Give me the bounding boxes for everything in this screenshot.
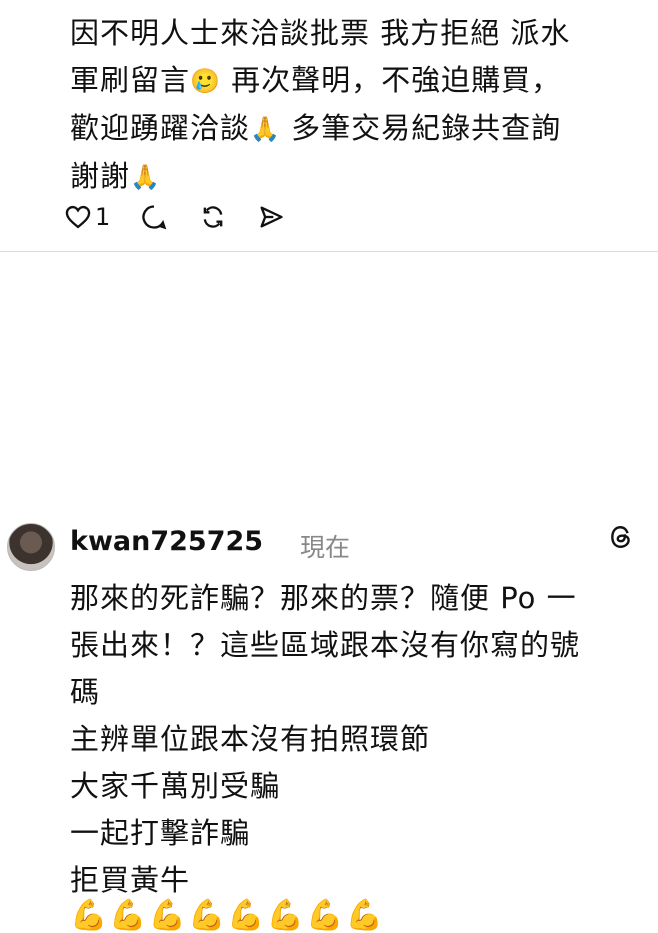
comment-button[interactable] [140,203,168,231]
reply-line: 大家千萬別受騙 [70,769,281,803]
share-button[interactable] [257,203,285,231]
reply-line: 張出來！？這些區域跟本沒有你寫的號 [70,628,581,662]
heart-icon [64,203,92,231]
reply-line: 一起打擊詐騙 [70,816,251,850]
reply-line: 拒買黃牛 [70,863,191,897]
post-actions: 1 [64,200,285,234]
post: 因不明人士來洽談批票 我方拒絕 派水 軍刷留言🥲 再次聲明，不強迫購買， 歡迎踴… [0,0,658,252]
threads-icon [608,526,634,554]
reply-text: 那來的死詐騙？那來的票？隨便 Po 一 張出來！？這些區域跟本沒有你寫的號 碼 … [70,575,640,904]
post-line-text: 多筆交易紀錄共查詢 [291,111,562,145]
post-line-text: 歡迎踴躍洽談 [70,111,251,145]
reply-timestamp: 現在 [300,533,351,562]
threads-button[interactable] [608,524,634,554]
post-text: 因不明人士來洽談批票 我方拒絕 派水 軍刷留言🥲 再次聲明，不強迫購買， 歡迎踴… [70,10,640,201]
post-line-text: 再次聲明，不強迫購買， [231,63,562,97]
reply-line: 那來的死詐騙？那來的票？隨便 Po 一 [70,581,577,615]
repost-icon [199,203,227,231]
reply-line: 主辨單位跟本沒有拍照環節 [70,722,431,756]
reply-username[interactable]: kwan725725 [70,526,263,557]
comment-icon [140,203,168,231]
reply-line: 碼 [70,675,101,709]
emoji-pray-icon: 🙏 [250,115,281,143]
post-line: 謝謝🙏 [70,153,640,201]
post-line-text: 謝謝 [70,159,131,193]
avatar[interactable] [7,523,55,571]
divider [0,251,658,252]
emoji-tear-icon: 🥲 [190,67,221,95]
post-line: 歡迎踴躍洽談🙏 多筆交易紀錄共查詢 [70,105,640,153]
post-line: 軍刷留言🥲 再次聲明，不強迫購買， [70,57,640,105]
repost-button[interactable] [199,203,227,231]
share-icon [257,203,285,231]
post-line-text: 軍刷留言 [70,63,191,97]
like-count: 1 [95,203,111,231]
like-button[interactable]: 1 [64,203,110,231]
emoji-pray-icon: 🙏 [130,163,161,191]
muscle-emoji-row: 💪💪💪💪💪💪💪💪 [70,898,385,933]
post-line: 因不明人士來洽談批票 我方拒絕 派水 [70,16,571,50]
